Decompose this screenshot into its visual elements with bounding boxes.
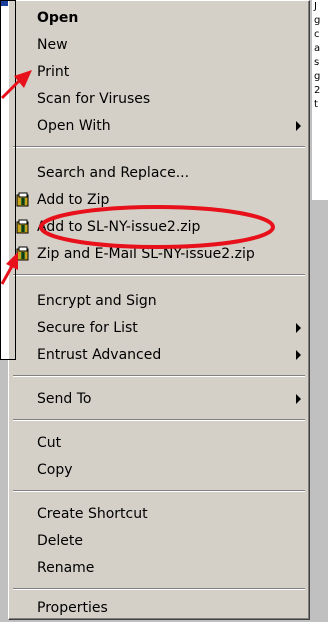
- winzip-icon: [16, 246, 29, 261]
- menu-item-label: Delete: [37, 533, 83, 549]
- menu-separator: [13, 146, 305, 148]
- menu-item-label: Print: [37, 64, 70, 80]
- menu-item-label: Cut: [37, 435, 62, 451]
- winzip-icon: [16, 192, 29, 207]
- menu-item-label: Rename: [37, 560, 95, 576]
- menu-item-label: Scan for Viruses: [37, 91, 151, 107]
- menu-item-delete[interactable]: Delete: [11, 528, 307, 554]
- menu-item-add-to-zip[interactable]: Add to Zip: [11, 187, 307, 213]
- menu-separator: [13, 419, 305, 421]
- menu-item-send-to[interactable]: Send To: [11, 386, 307, 412]
- background-text-line: g: [314, 15, 321, 26]
- background-text-line: 2: [314, 85, 321, 96]
- menu-item-label: Entrust Advanced: [37, 347, 162, 363]
- menu-separator: [13, 490, 305, 492]
- menu-item-new[interactable]: New: [11, 32, 307, 58]
- menu-item-label: Send To: [37, 391, 92, 407]
- submenu-arrow-icon: [296, 323, 301, 333]
- menu-item-label: Open: [37, 10, 79, 26]
- menu-item-label: Copy: [37, 462, 73, 478]
- menu-item-secure-for-list[interactable]: Secure for List: [11, 315, 307, 341]
- menu-separator: [13, 375, 305, 377]
- menu-item-properties[interactable]: Properties: [11, 595, 307, 621]
- menu-separator: [13, 588, 305, 590]
- menu-separator: [13, 274, 305, 276]
- context-menu: Open New Print Scan for Viruses Open Wit…: [8, 0, 310, 620]
- menu-item-label: Encrypt and Sign: [37, 293, 157, 309]
- menu-item-entrust-advanced[interactable]: Entrust Advanced: [11, 342, 307, 368]
- winzip-icon: [16, 219, 29, 234]
- menu-item-label: Properties: [37, 600, 108, 616]
- menu-item-zip-and-email[interactable]: Zip and E-Mail SL-NY-issue2.zip: [11, 241, 307, 267]
- menu-item-print[interactable]: Print: [11, 59, 307, 85]
- submenu-arrow-icon: [296, 121, 301, 131]
- menu-item-copy[interactable]: Copy: [11, 457, 307, 483]
- menu-item-label: New: [37, 37, 68, 53]
- background-text-line: a: [314, 43, 321, 54]
- menu-item-label: Add to Zip: [37, 192, 110, 208]
- menu-item-label: Add to SL-NY-issue2.zip: [37, 219, 201, 235]
- menu-item-open-with[interactable]: Open With: [11, 113, 307, 139]
- submenu-arrow-icon: [296, 350, 301, 360]
- submenu-arrow-icon: [296, 394, 301, 404]
- menu-item-scan-for-viruses[interactable]: Scan for Viruses: [11, 86, 307, 112]
- menu-item-cut[interactable]: Cut: [11, 430, 307, 456]
- background-text-line: J: [314, 1, 317, 12]
- menu-item-label: Open With: [37, 118, 111, 134]
- menu-item-create-shortcut[interactable]: Create Shortcut: [11, 501, 307, 527]
- screenshot-stage: J g c a s g 2 t Open New Print Scan for …: [0, 0, 328, 622]
- background-text-line: g: [314, 71, 321, 82]
- menu-item-label: Zip and E-Mail SL-NY-issue2.zip: [37, 246, 255, 262]
- background-text-line: c: [314, 29, 320, 40]
- menu-item-encrypt-and-sign[interactable]: Encrypt and Sign: [11, 288, 307, 314]
- background-text-line: s: [314, 57, 320, 68]
- menu-item-open[interactable]: Open: [11, 5, 307, 31]
- menu-item-label: Search and Replace...: [37, 165, 190, 181]
- background-text-line: t: [314, 99, 318, 110]
- menu-item-add-to-named-zip[interactable]: Add to SL-NY-issue2.zip: [11, 214, 307, 240]
- menu-item-label: Create Shortcut: [37, 506, 148, 522]
- background-right-page: J g c a s g 2 t: [312, 0, 328, 200]
- menu-item-label: Secure for List: [37, 320, 138, 336]
- menu-item-search-and-replace[interactable]: Search and Replace...: [11, 160, 307, 186]
- background-window-frame: [0, 0, 16, 360]
- menu-item-rename[interactable]: Rename: [11, 555, 307, 581]
